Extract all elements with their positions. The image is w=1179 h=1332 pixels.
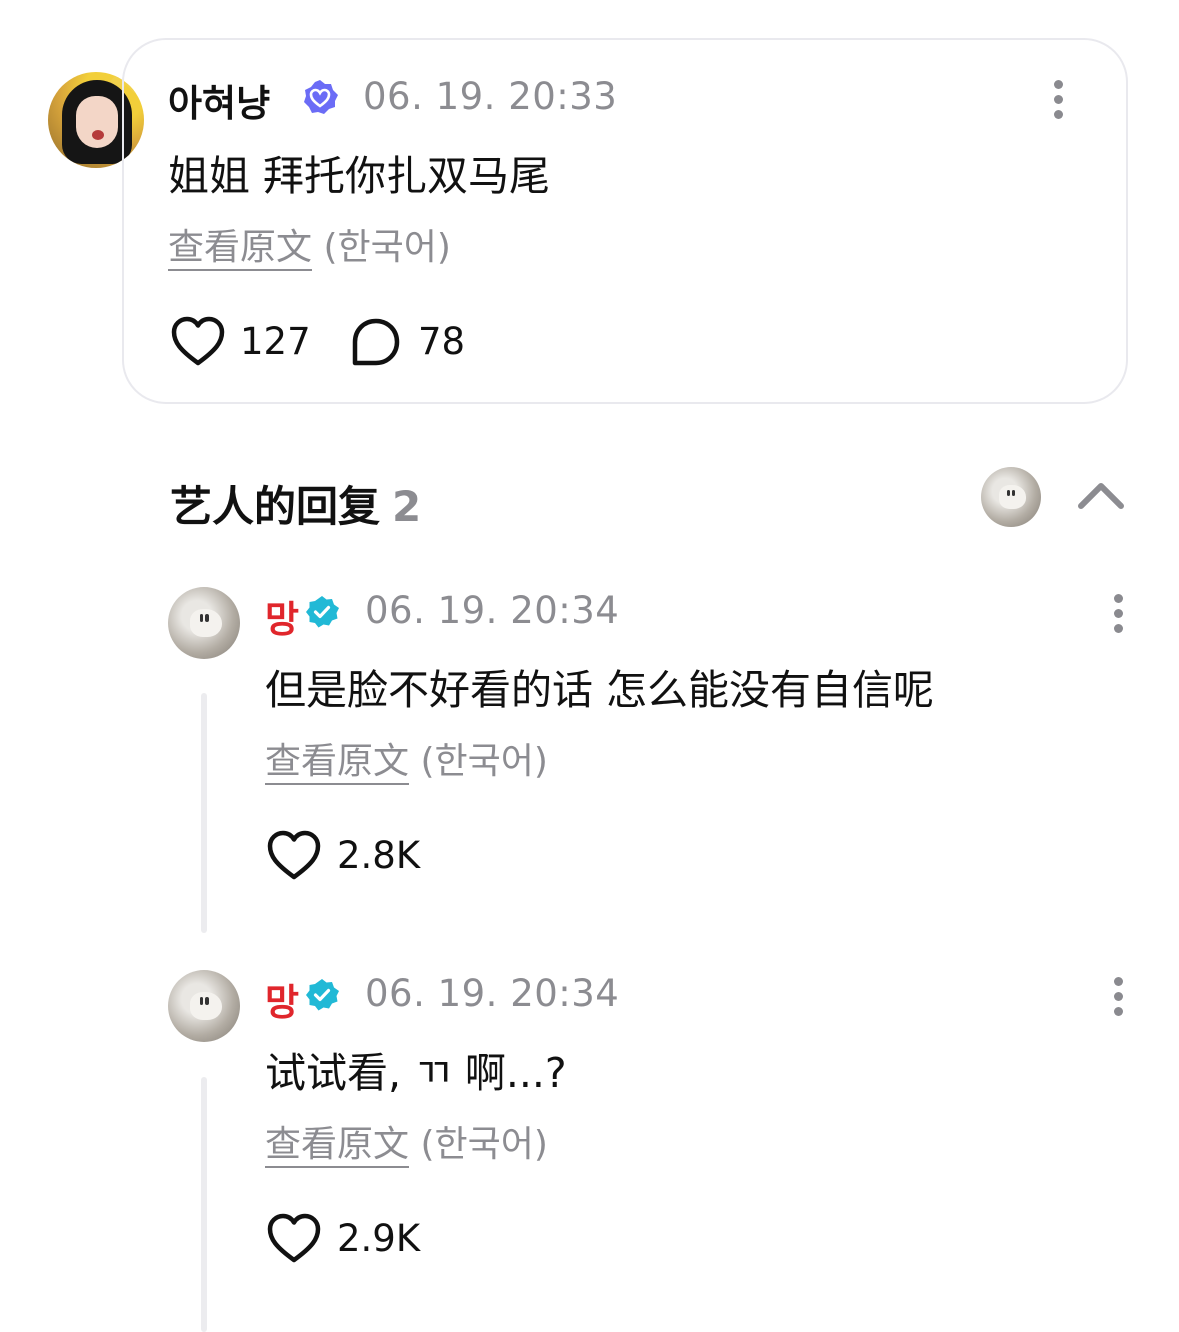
reply-timestamp: 06. 19. 20:34	[365, 972, 620, 1015]
artist-replies-count: 2	[392, 482, 422, 531]
thread-line	[201, 693, 207, 933]
avatar-figure	[189, 991, 222, 1021]
view-original-link[interactable]: 查看原文	[265, 741, 410, 785]
reply-author-name[interactable]: 망	[265, 589, 299, 643]
reply-bubble-icon[interactable]	[350, 317, 402, 369]
more-options-icon[interactable]	[1114, 594, 1124, 634]
avatar-eye	[205, 997, 210, 1005]
reply-avatar[interactable]	[168, 970, 240, 1042]
reply-author-name[interactable]: 망	[265, 972, 299, 1026]
avatar-mouth	[92, 130, 104, 140]
original-language-label: (한국어)	[420, 1124, 548, 1165]
comment-username[interactable]: 아혀냥	[168, 73, 270, 127]
heart-icon[interactable]	[266, 1212, 322, 1264]
original-language-label: (한국어)	[420, 741, 548, 782]
comment-timestamp: 06. 19. 20:33	[363, 75, 618, 118]
heart-icon[interactable]	[170, 315, 226, 367]
original-language-label: (한국어)	[323, 227, 451, 268]
view-original-link[interactable]: 查看原文	[168, 227, 313, 271]
translation-toggle: 查看原文 (한국어)	[265, 732, 548, 785]
avatar-eye	[1012, 489, 1016, 496]
avatar-eye	[199, 997, 204, 1005]
avatar-eye	[199, 614, 204, 622]
translation-toggle: 查看原文 (한국어)	[168, 218, 451, 271]
translation-toggle: 查看原文 (한국어)	[265, 1115, 548, 1168]
verified-check-badge-icon	[306, 596, 339, 628]
reply-text: 但是脸不好看的话 怎么能没有自信呢	[265, 666, 935, 714]
reply-text: 试试看, ㄲ 啊...?	[265, 1049, 567, 1097]
like-count: 127	[240, 320, 311, 363]
like-count: 2.9K	[337, 1217, 421, 1260]
avatar-eye	[205, 614, 210, 622]
avatar-face	[76, 96, 118, 148]
verified-heart-badge-icon	[304, 80, 338, 114]
thread-line	[201, 1077, 207, 1332]
more-options-icon[interactable]	[1114, 977, 1124, 1017]
chevron-up-icon[interactable]	[1076, 478, 1126, 512]
avatar-figure	[999, 485, 1026, 509]
reply-avatar[interactable]	[168, 587, 240, 659]
artist-replies-header: 艺人的回复 2	[170, 473, 421, 534]
reply-timestamp: 06. 19. 20:34	[365, 589, 620, 632]
like-count: 2.8K	[337, 834, 421, 877]
more-options-icon[interactable]	[1054, 80, 1064, 120]
avatar-figure	[189, 608, 222, 638]
avatar-eye	[1007, 489, 1011, 496]
reply-count: 78	[418, 320, 466, 363]
artist-avatar-small[interactable]	[981, 467, 1041, 527]
artist-replies-title: 艺人的回复	[170, 482, 381, 531]
view-original-link[interactable]: 查看原文	[265, 1124, 410, 1168]
heart-icon[interactable]	[266, 829, 322, 881]
comment-text: 姐姐 拜托你扎双马尾	[168, 152, 551, 200]
verified-check-badge-icon	[306, 979, 339, 1011]
